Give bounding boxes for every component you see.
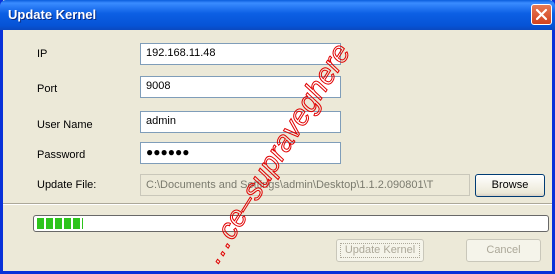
username-label: User Name [37,119,93,131]
progress-fill [37,218,83,229]
divider [3,203,552,205]
update-kernel-dialog: Update Kernel IP 192.168.11.48 Port 9008… [0,0,555,274]
update-file-label: Update File: [37,179,97,191]
password-field[interactable]: ●●●●●● [140,142,341,164]
port-label: Port [37,83,58,95]
browse-button[interactable]: Browse [475,174,545,197]
ip-field[interactable]: 192.168.11.48 [140,43,341,65]
update-kernel-button[interactable]: Update Kernel [336,239,424,262]
close-icon [535,8,548,21]
update-file-path-field[interactable]: C:\Documents and Settings\admin\Desktop\… [140,174,470,196]
window-title: Update Kernel [8,7,97,22]
password-label: Password [37,149,86,161]
cancel-button[interactable]: Cancel [466,239,541,262]
close-button[interactable] [531,4,552,25]
progress-bar [33,215,549,232]
title-bar[interactable]: Update Kernel [0,0,555,30]
ip-label: IP [37,48,48,60]
username-field[interactable]: admin [140,111,341,133]
port-field[interactable]: 9008 [140,76,341,98]
focus-rect [340,243,420,258]
